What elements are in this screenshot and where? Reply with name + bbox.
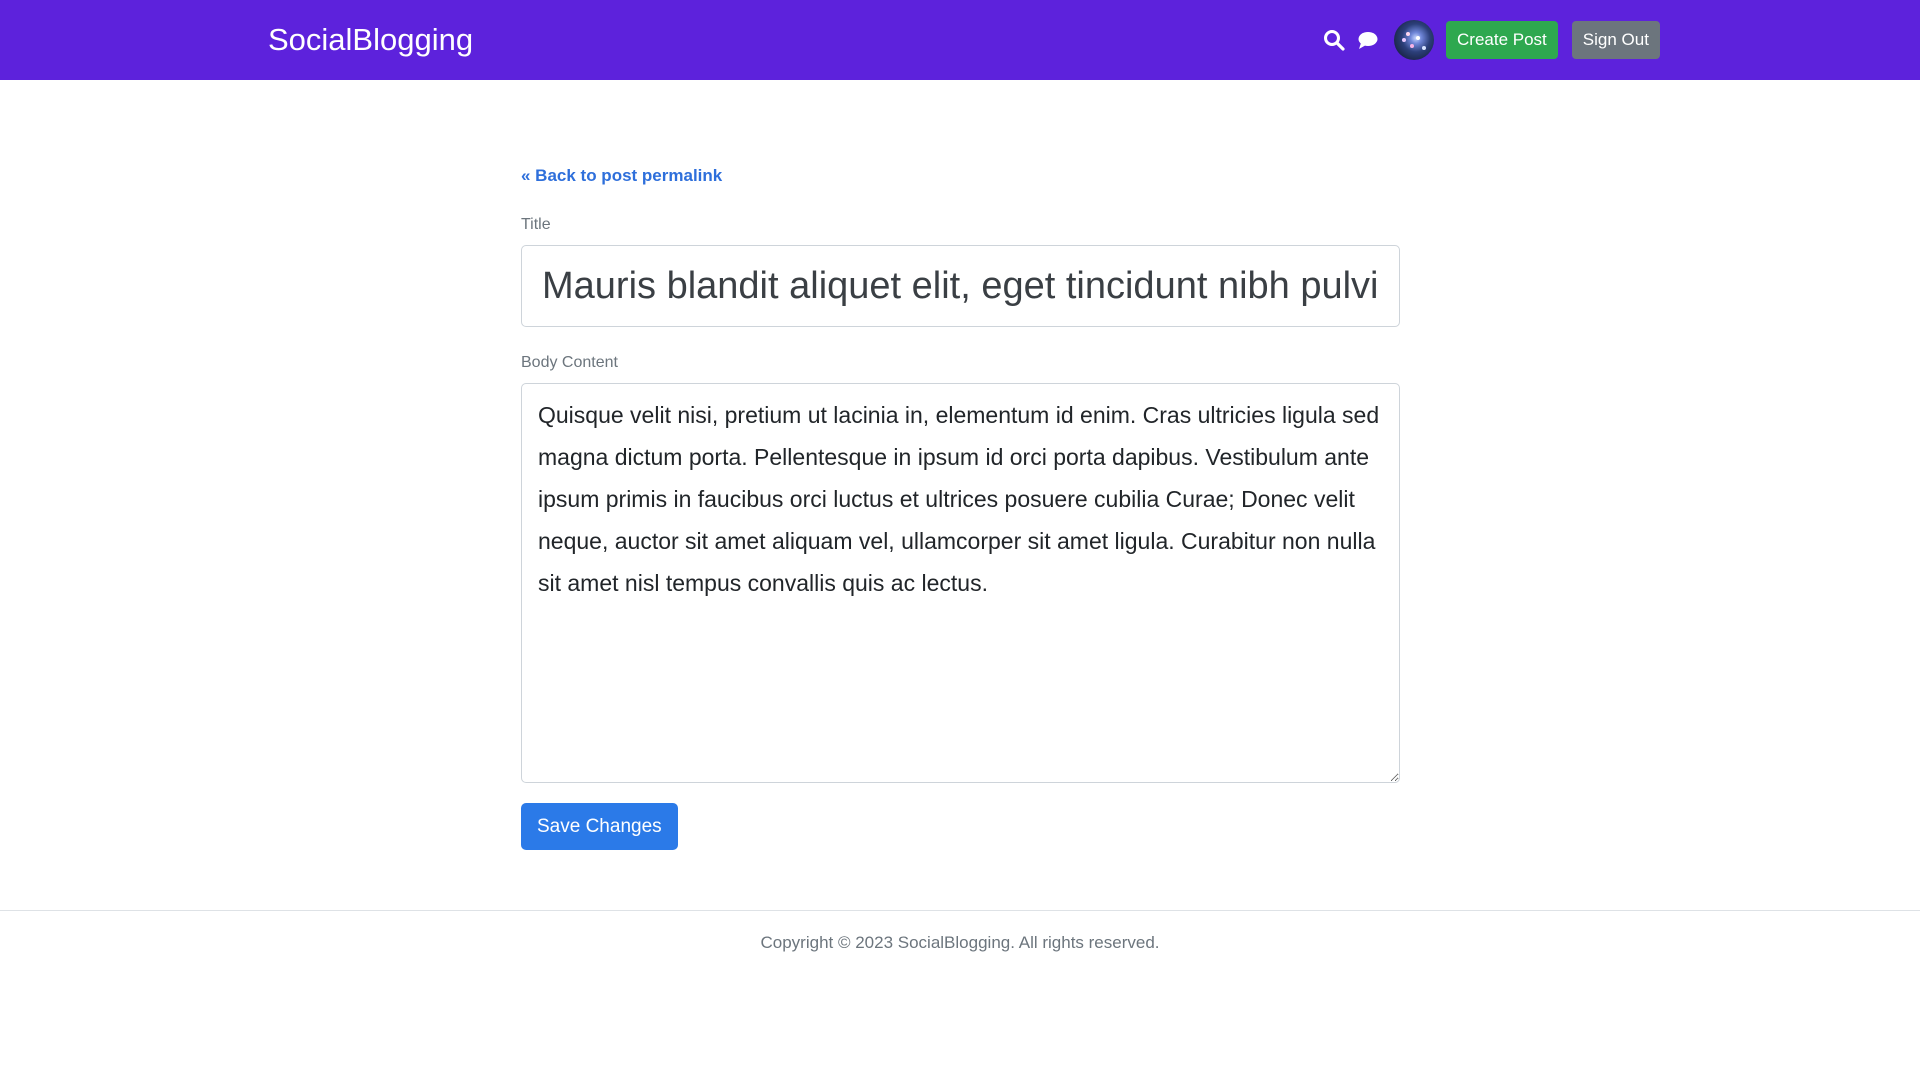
chat-icon[interactable]	[1356, 28, 1380, 52]
top-navbar: SocialBlogging Create Post Sign Out	[0, 0, 1920, 80]
back-to-permalink-link[interactable]: « Back to post permalink	[521, 166, 722, 186]
page-footer: Copyright © 2023 SocialBlogging. All rig…	[0, 910, 1920, 1080]
body-content-textarea[interactable]: Quisque velit nisi, pretium ut lacinia i…	[521, 383, 1400, 783]
save-changes-button[interactable]: Save Changes	[521, 803, 678, 850]
search-icon[interactable]	[1322, 28, 1346, 52]
copyright-text: Copyright © 2023 SocialBlogging. All rig…	[760, 933, 1160, 952]
navbar-actions: Create Post Sign Out	[1322, 20, 1660, 60]
user-avatar[interactable]	[1394, 20, 1434, 60]
create-post-button[interactable]: Create Post	[1446, 21, 1558, 59]
title-input[interactable]	[521, 245, 1400, 327]
sign-out-button[interactable]: Sign Out	[1571, 21, 1660, 59]
title-label: Title	[521, 216, 551, 233]
body-content-label: Body Content	[521, 354, 618, 371]
brand-logo-link[interactable]: SocialBlogging	[268, 20, 473, 60]
